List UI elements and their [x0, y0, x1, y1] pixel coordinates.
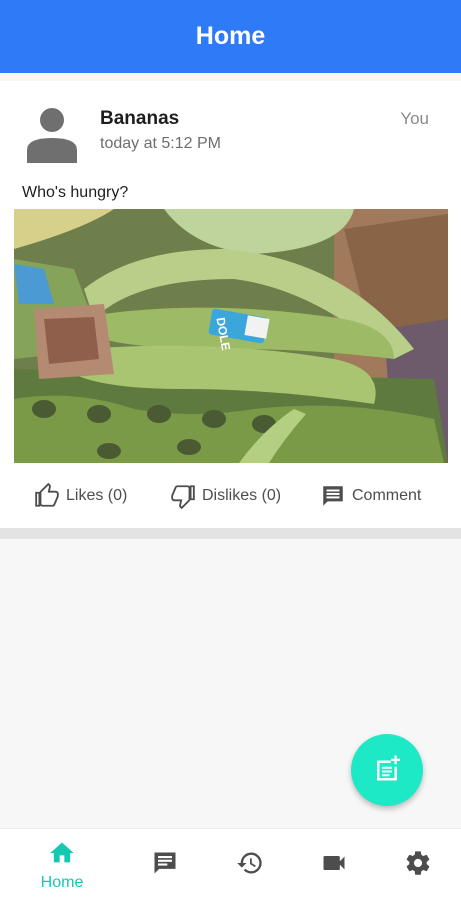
bottom-navigation: Home — [0, 828, 461, 900]
app-screen: Home Bananas today at 5:12 PM You Who's … — [0, 0, 461, 900]
nav-video[interactable] — [302, 829, 366, 900]
nav-history[interactable] — [218, 829, 282, 900]
nav-chat[interactable] — [133, 829, 197, 900]
post-card: Bananas today at 5:12 PM You Who's hungr… — [0, 81, 461, 528]
post-timestamp: today at 5:12 PM — [100, 135, 221, 152]
post-author[interactable]: Bananas — [100, 108, 179, 130]
comment-label: Comment — [352, 487, 422, 504]
thumb-down-icon — [170, 483, 196, 509]
new-post-button[interactable] — [351, 734, 423, 806]
page-title: Home — [195, 22, 266, 50]
dislike-button[interactable]: Dislikes (0) — [170, 479, 281, 513]
nav-home-label: Home — [40, 873, 84, 891]
post-photo[interactable]: DOLE — [14, 209, 448, 463]
dislikes-label: Dislikes (0) — [202, 487, 282, 504]
divider — [0, 528, 461, 539]
nav-home[interactable]: Home — [30, 829, 94, 900]
like-button[interactable]: Likes (0) — [34, 479, 127, 513]
avatar-icon[interactable] — [23, 105, 81, 163]
post-owner: You — [400, 109, 429, 128]
chat-icon — [151, 849, 179, 882]
nav-settings[interactable] — [386, 829, 450, 900]
comment-button[interactable]: Comment — [320, 479, 421, 513]
post-caption: Who's hungry? — [22, 184, 129, 201]
post-actions: Likes (0) Dislikes (0) Comment — [0, 479, 461, 513]
settings-icon — [404, 849, 432, 882]
history-icon — [236, 849, 264, 882]
likes-label: Likes (0) — [66, 487, 128, 504]
app-bar: Home — [0, 0, 461, 73]
video-camera-icon — [320, 849, 348, 882]
thumb-up-icon — [34, 483, 60, 509]
comment-icon — [320, 483, 346, 509]
new-post-icon — [372, 753, 402, 788]
home-icon — [48, 839, 76, 872]
